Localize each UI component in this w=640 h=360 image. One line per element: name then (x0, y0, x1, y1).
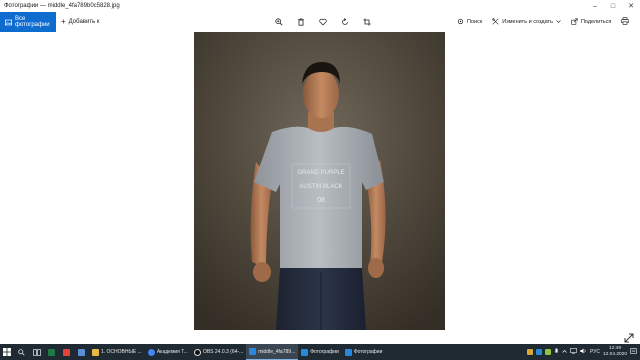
tray-app-icon[interactable] (535, 349, 542, 355)
system-tray: РУС 12:49 12.04.2020 (526, 344, 640, 360)
tray-app-icon[interactable] (526, 349, 533, 355)
clock-date: 12.04.2020 (602, 352, 627, 357)
taskbar-app-folder[interactable]: 1. ОСНОВНЫЕ ... (89, 344, 145, 360)
tray-app-icon[interactable] (544, 349, 551, 355)
folder-icon (92, 348, 99, 356)
network-icon[interactable] (570, 348, 577, 356)
task-view-icon[interactable] (29, 344, 44, 360)
chevron-up-icon[interactable] (562, 349, 567, 356)
toolbar: Все фотографии + Добавить к Поиск Измени… (0, 12, 640, 32)
taskbar-app-label: OBS 24.0.3 (64-... (202, 349, 244, 355)
delete-icon[interactable] (296, 17, 306, 27)
maximize-button[interactable]: □ (604, 0, 622, 12)
add-to-label: Добавить к (68, 19, 100, 25)
taskbar-app-obs[interactable]: OBS 24.0.3 (64-... (191, 344, 246, 360)
search-button[interactable]: Поиск (457, 18, 482, 27)
image-viewer: GRAND PURPLE AUSTIN BLACK 08 (0, 32, 640, 344)
chevron-down-icon (556, 19, 561, 26)
taskbar: 1. ОСНОВНЫЕ ... Академия Т... OBS 24.0.3… (0, 344, 640, 360)
clock[interactable]: 12:49 12.04.2020 (603, 346, 627, 358)
shirt-print-line-1: GRAND PURPLE (297, 170, 344, 176)
close-button[interactable]: ✕ (622, 0, 640, 12)
minimize-button[interactable]: – (586, 0, 604, 12)
taskbar-app-chrome[interactable]: Академия Т... (145, 344, 191, 360)
add-to-button[interactable]: + Добавить к (61, 18, 99, 26)
taskbar-app-label: middle_4fa789... (258, 348, 296, 355)
share-button[interactable]: Поделиться (571, 17, 612, 27)
edit-create-label: Изменить и создать (502, 19, 553, 25)
start-button[interactable] (0, 344, 14, 360)
zoom-icon[interactable] (274, 17, 284, 27)
window-controls: – □ ✕ (586, 0, 640, 12)
rotate-icon[interactable] (340, 17, 350, 27)
microphone-icon[interactable] (554, 347, 559, 357)
taskbar-app-photos-1[interactable]: Фотографии (298, 344, 342, 360)
favorite-heart-icon[interactable] (318, 17, 328, 27)
portrait-illustration: GRAND PURPLE AUSTIN BLACK 08 (194, 32, 445, 330)
edit-icon (492, 17, 499, 27)
window-title: Фотографии — middle_4fa789b0c5828.jpg (4, 3, 120, 9)
photos-icon (5, 19, 12, 26)
obs-icon (193, 348, 201, 356)
taskbar-app-image[interactable]: middle_4fa789... (246, 344, 299, 360)
crop-icon[interactable] (362, 17, 372, 27)
taskbar-app-label: Фотографии (353, 349, 383, 355)
share-icon (571, 17, 578, 27)
pinned-app-icon[interactable] (74, 344, 89, 360)
search-icon (457, 18, 464, 27)
all-photos-label: Все фотографии (15, 16, 50, 28)
taskbar-app-label: Академия Т... (156, 349, 188, 355)
photos-app-icon (249, 348, 257, 355)
photos-app-icon (344, 348, 352, 356)
excel-app-icon[interactable] (44, 344, 59, 360)
photos-app-icon (301, 348, 309, 356)
right-toolbar: Поиск Изменить и создать Поделиться (457, 12, 640, 32)
taskbar-search-icon[interactable] (14, 344, 29, 360)
language-indicator[interactable]: РУС (590, 349, 600, 355)
taskbar-app-label: Фотографии (310, 349, 339, 355)
volume-icon[interactable] (580, 348, 587, 356)
notifications-icon[interactable] (630, 347, 637, 357)
photos-app-window: Фотографии — middle_4fa789b0c5828.jpg – … (0, 0, 640, 360)
edit-create-button[interactable]: Изменить и создать (492, 17, 561, 27)
all-photos-button[interactable]: Все фотографии (0, 12, 56, 32)
plus-icon: + (61, 17, 66, 26)
share-label: Поделиться (580, 19, 612, 25)
ms-paint-app-icon[interactable] (59, 344, 74, 360)
shirt-print-line-2: AUSTIN BLACK (299, 184, 342, 190)
chrome-icon (147, 348, 155, 356)
photo-image[interactable]: GRAND PURPLE AUSTIN BLACK 08 (194, 32, 445, 330)
search-label: Поиск (467, 19, 483, 25)
image-tools (274, 12, 372, 32)
print-icon (621, 17, 629, 27)
fullscreen-icon[interactable] (624, 330, 634, 343)
shirt-print-line-3: 08 (317, 197, 325, 204)
print-button[interactable] (621, 17, 629, 27)
title-bar: Фотографии — middle_4fa789b0c5828.jpg – … (0, 0, 640, 12)
windows-logo-icon (3, 348, 11, 356)
taskbar-app-photos-2[interactable]: Фотографии (342, 344, 386, 360)
taskbar-app-label: 1. ОСНОВНЫЕ ... (101, 349, 142, 355)
